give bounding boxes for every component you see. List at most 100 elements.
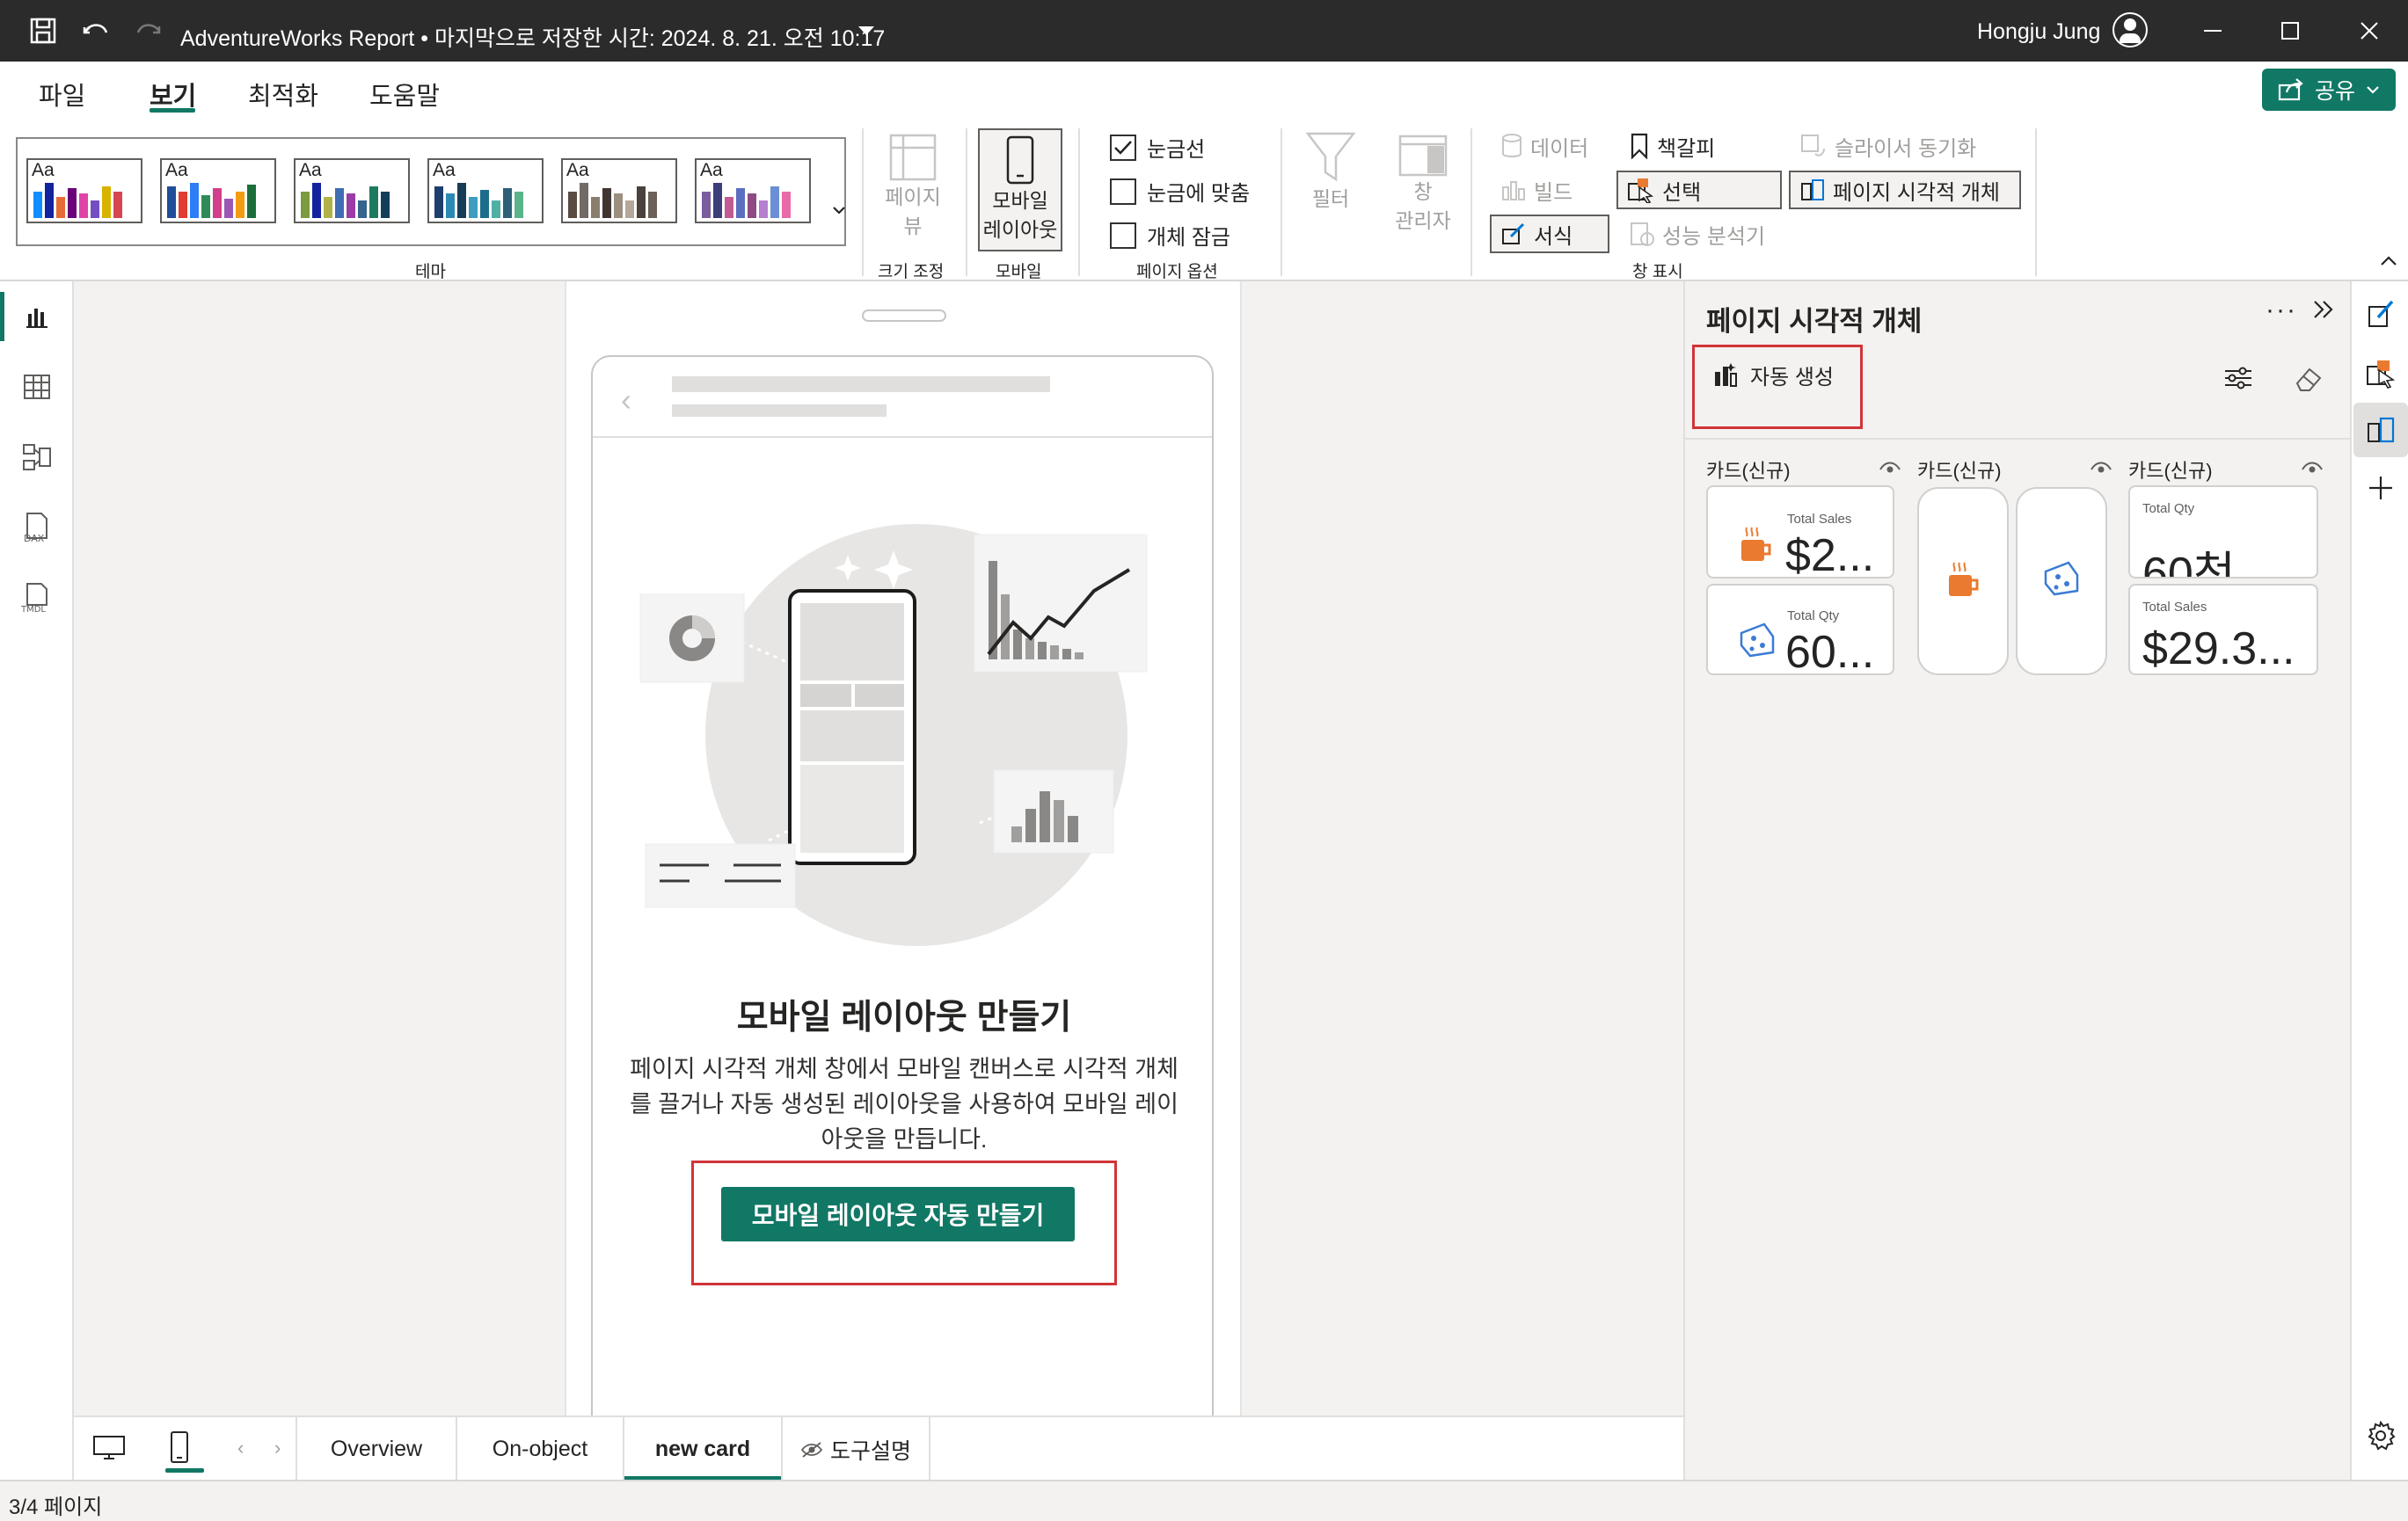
tab-file[interactable]: 파일 <box>39 76 85 113</box>
pane-switcher <box>2350 281 2408 1480</box>
selection-pane-button[interactable]: 선택 <box>1616 171 1782 209</box>
theme-swatch[interactable]: Aa <box>561 158 677 223</box>
filter-button[interactable]: 필터 <box>1298 130 1363 214</box>
chevron-down-icon[interactable] <box>832 200 846 221</box>
eraser-icon[interactable] <box>2294 366 2324 397</box>
theme-swatch[interactable]: Aa <box>294 158 410 223</box>
sync-slicers-button[interactable]: 슬라이서 동기화 <box>1791 127 1985 165</box>
group-label-show-panes: 창 표시 <box>1632 263 1683 281</box>
avatar[interactable] <box>2112 12 2148 47</box>
report-view-icon[interactable] <box>0 290 74 343</box>
visual-header: 카드(신규) <box>1706 460 1791 482</box>
theme-gallery: Aa Aa Aa Aa Aa Aa <box>16 137 846 246</box>
page-view-button[interactable]: 페이지 뷰 <box>879 134 946 241</box>
auto-generate-button[interactable]: 자동 생성 <box>1706 353 1850 396</box>
page-view-icon <box>889 134 937 181</box>
theme-swatch[interactable]: Aa <box>695 158 811 223</box>
group-label-mobile: 모바일 <box>996 263 1042 281</box>
snap-to-grid-checkbox[interactable]: 눈금에 맞춤 <box>1110 176 1250 207</box>
maximize-button[interactable] <box>2264 12 2317 49</box>
tab-help[interactable]: 도움말 <box>369 76 440 113</box>
auto-create-mobile-layout-button[interactable]: 모바일 레이아웃 자동 만들기 <box>721 1187 1075 1241</box>
page-tab-on-object[interactable]: On-object <box>456 1417 623 1481</box>
undo-icon[interactable] <box>77 12 114 49</box>
mobile-layout-illustration <box>639 524 1148 946</box>
share-button[interactable]: 공유 <box>2262 69 2396 111</box>
report-canvas: ‹ 모바일 레이아웃 만들기 페이지 시각적 개체 창에서 모바일 캔버스로 시… <box>74 281 1683 1415</box>
eye-icon[interactable] <box>2301 459 2324 479</box>
mobile-header-placeholder: ‹ <box>593 357 1212 438</box>
share-icon <box>2278 78 2303 101</box>
theme-swatch[interactable]: Aa <box>26 158 142 223</box>
theme-swatch[interactable]: Aa <box>427 158 544 223</box>
collapse-pane-icon[interactable] <box>2311 297 2336 326</box>
desktop-view-icon[interactable] <box>83 1426 135 1470</box>
close-button[interactable] <box>2343 12 2396 49</box>
page-tab-tooltip[interactable]: 도구설명 <box>781 1417 930 1481</box>
group-label-page-options: 페이지 옵션 <box>1136 263 1218 281</box>
page-tab-new-card[interactable]: new card <box>623 1417 781 1481</box>
format-pane-button[interactable]: 서식 <box>1490 215 1609 253</box>
svg-text:TMDL: TMDL <box>20 605 46 614</box>
selection-pane-icon[interactable] <box>2353 346 2408 401</box>
divider <box>1470 128 1472 276</box>
visual-header: 카드(신규) <box>1917 460 2002 482</box>
dax-query-view-icon[interactable]: DAX <box>0 501 74 554</box>
card-thumbnail <box>2016 487 2107 675</box>
page-tabs-bar: ‹ › Overview On-object new card 도구설명 <box>74 1415 1683 1481</box>
mobile-layout-button[interactable]: 모바일 레이아웃 <box>978 128 1062 251</box>
chevron-down-icon <box>2367 86 2379 94</box>
ribbon: Aa Aa Aa Aa Aa Aa 테마 페이지 뷰 크기 조정 모바일 레이아… <box>0 123 2408 281</box>
add-pane-icon[interactable] <box>2353 461 2408 515</box>
window-manager-button[interactable]: 창 관리자 <box>1383 134 1463 236</box>
table-view-icon[interactable] <box>0 360 74 413</box>
collapse-ribbon-icon[interactable] <box>2380 255 2397 272</box>
build-pane-button[interactable]: 빌드 <box>1492 171 1581 209</box>
menu-bar: 파일 보기 최적화 도움말 공유 <box>0 62 2408 123</box>
gridlines-checkbox[interactable]: 눈금선 <box>1110 132 1205 163</box>
lock-objects-checkbox[interactable]: 개체 잠금 <box>1110 220 1230 251</box>
divider <box>862 128 864 276</box>
minimize-button[interactable] <box>2186 12 2239 49</box>
tab-optimize[interactable]: 최적화 <box>248 76 318 113</box>
share-label: 공유 <box>2314 79 2355 104</box>
left-nav: DAX TMDL <box>0 281 74 1480</box>
settings-gear-icon[interactable] <box>2353 1408 2408 1463</box>
filter-settings-icon[interactable] <box>2223 366 2253 395</box>
page-tab-overview[interactable]: Overview <box>296 1417 456 1481</box>
eye-icon[interactable] <box>1879 459 1901 479</box>
bookmarks-pane-button[interactable]: 책갈피 <box>1620 127 1724 165</box>
mobile-phone-icon <box>1006 135 1034 185</box>
performance-analyzer-button[interactable]: 성능 분석기 <box>1620 215 1774 253</box>
group-label-scale: 크기 조정 <box>878 263 945 281</box>
card-thumbnail: Total Qty 60천 <box>2128 485 2318 579</box>
tmdl-view-icon[interactable]: TMDL <box>0 571 74 624</box>
previous-page-icon[interactable]: ‹ <box>237 1437 244 1459</box>
title-dropdown-icon[interactable] <box>858 26 874 35</box>
data-pane-button[interactable]: 데이터 <box>1492 127 1597 165</box>
page-visuals-pane-icon[interactable] <box>2353 403 2408 457</box>
back-arrow-icon: ‹ <box>621 382 631 418</box>
theme-swatch[interactable]: Aa <box>160 158 276 223</box>
mobile-view-icon[interactable] <box>153 1426 206 1470</box>
more-options-icon[interactable]: ··· <box>2266 295 2297 325</box>
card-thumbnail <box>1917 487 2009 675</box>
user-name[interactable]: Hongju Jung <box>1977 19 2100 45</box>
tab-view[interactable]: 보기 <box>150 76 196 113</box>
visual-header: 카드(신규) <box>2128 460 2213 482</box>
format-brush-icon <box>1502 222 1525 244</box>
group-label-themes: 테마 <box>415 263 446 281</box>
divider <box>1281 128 1282 276</box>
redo-icon[interactable] <box>130 12 167 49</box>
save-icon[interactable] <box>25 12 62 49</box>
page-visuals-pane-button[interactable]: 페이지 시각적 개체 <box>1789 171 2021 209</box>
database-icon <box>1502 134 1521 157</box>
auto-generate-icon <box>1715 363 1737 387</box>
next-page-icon[interactable]: › <box>274 1437 281 1459</box>
format-pane-icon[interactable] <box>2353 287 2408 341</box>
empty-state-title: 모바일 레이아웃 만들기 <box>736 999 1072 1037</box>
title-bar: AdventureWorks Report • 마지막으로 저장한 시간: 20… <box>0 0 2408 62</box>
eye-icon[interactable] <box>2090 459 2112 479</box>
card-thumbnail: Total Sales $29.3... <box>2128 584 2318 675</box>
model-view-icon[interactable] <box>0 431 74 484</box>
